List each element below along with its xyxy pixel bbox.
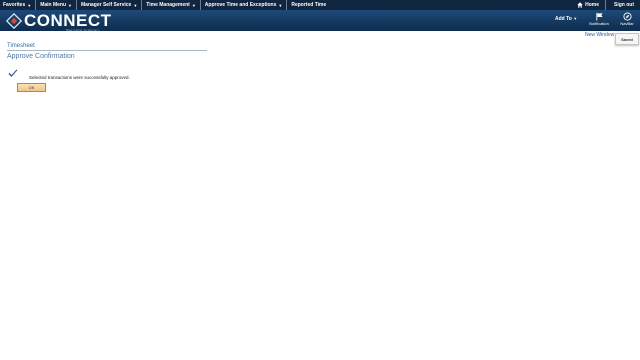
flag-icon	[595, 12, 603, 21]
nav-favorites[interactable]: Favorites ▼	[0, 0, 37, 10]
chevron-down-icon: ▼	[27, 2, 32, 8]
sign-out-link[interactable]: Sign out	[606, 2, 640, 8]
nav-approve-time-and-exceptions[interactable]: Approve Time and Exceptions ▼	[201, 0, 288, 10]
notification-label: Notification	[589, 21, 609, 26]
notification-button[interactable]: Notification	[587, 12, 611, 30]
logo-emblem-icon	[6, 13, 22, 29]
chevron-down-icon: ▼	[191, 2, 196, 8]
divider	[7, 50, 207, 51]
add-to-label: Add To	[555, 16, 572, 22]
confirmation-message: Selected transactions were successfully …	[29, 75, 130, 80]
home-label: Home	[585, 2, 599, 8]
top-navigation-right: Home Sign out	[571, 0, 640, 10]
chevron-down-icon: ▼	[133, 2, 138, 8]
nav-manager-self-service-label: Manager Self Service	[81, 2, 132, 8]
nav-time-management[interactable]: Time Management ▼	[142, 0, 201, 10]
nav-reported-time[interactable]: Reported Time	[287, 0, 330, 10]
checkmark-icon	[8, 69, 18, 77]
add-to-menu[interactable]: Add To ▼	[555, 16, 577, 22]
chevron-down-icon: ▼	[68, 2, 73, 8]
compass-icon	[622, 12, 632, 21]
nav-reported-time-label: Reported Time	[291, 2, 327, 8]
navbar-label: NavBar	[620, 21, 634, 26]
home-icon	[577, 2, 583, 8]
saved-indicator: Saved	[615, 33, 639, 45]
logo-subtext: Maryland Judiciary	[66, 28, 101, 32]
navbar-button[interactable]: NavBar	[616, 12, 638, 30]
page-title: Approve Confirmation	[7, 53, 75, 60]
nav-main-menu[interactable]: Main Menu ▼	[36, 0, 78, 10]
ok-button[interactable]: OK	[17, 83, 46, 92]
nav-favorites-label: Favorites	[3, 2, 26, 8]
home-link[interactable]: Home	[571, 0, 606, 10]
top-navigation-bar: Favorites ▼ Main Menu ▼ Manager Self Servi…	[0, 0, 640, 10]
breadcrumb[interactable]: Timesheet	[7, 43, 35, 49]
chevron-down-icon: ▼	[278, 2, 283, 8]
new-window-link[interactable]: New Window	[585, 32, 614, 38]
nav-approve-time-label: Approve Time and Exceptions	[204, 2, 277, 8]
nav-main-menu-label: Main Menu	[40, 2, 67, 8]
chevron-down-icon: ▼	[573, 16, 578, 21]
nav-time-management-label: Time Management	[146, 2, 190, 8]
nav-manager-self-service[interactable]: Manager Self Service ▼	[77, 0, 143, 10]
